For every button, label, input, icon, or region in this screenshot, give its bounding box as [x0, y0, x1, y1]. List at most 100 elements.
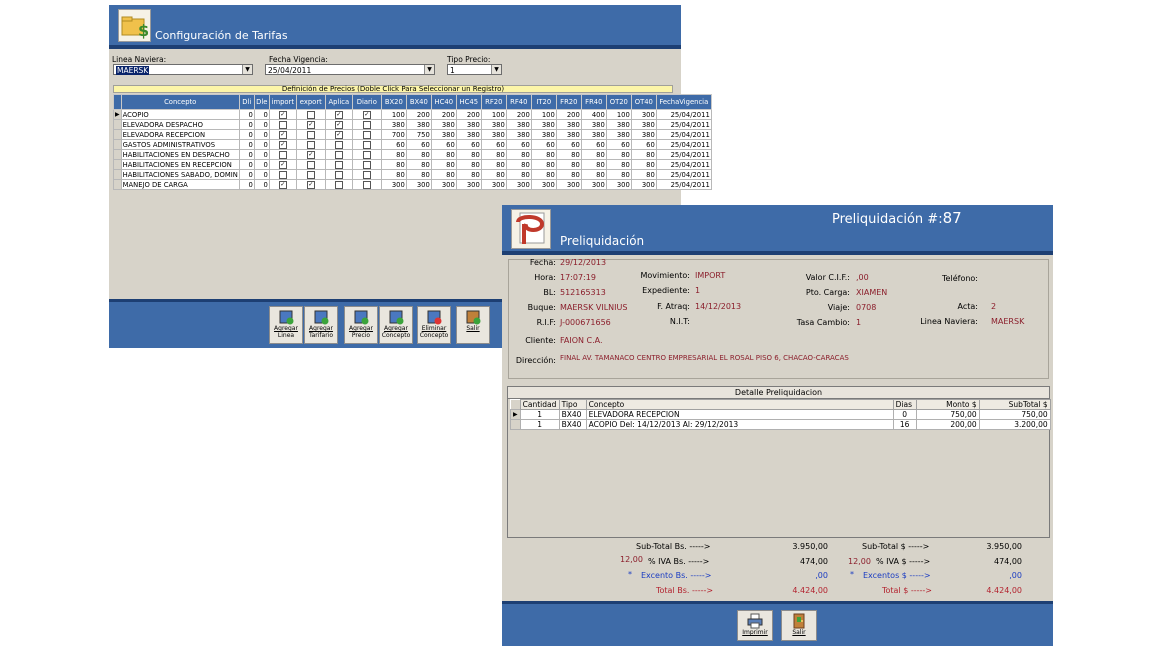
dli-cell[interactable]: 0 [238, 139, 255, 150]
dias-cell[interactable]: 16 [892, 419, 917, 430]
fr40-cell[interactable]: 400 [580, 109, 607, 120]
fecha-cell[interactable]: 25/04/2011 [655, 119, 712, 130]
diario-checkbox[interactable]: ✓ [351, 109, 382, 120]
bx20-cell[interactable]: 380 [380, 119, 407, 130]
dli-cell[interactable]: 0 [238, 119, 255, 130]
dle-cell[interactable]: 0 [253, 179, 270, 190]
bx20-cell[interactable]: 100 [380, 109, 407, 120]
tipo-cell[interactable]: BX40 [558, 419, 587, 430]
bx40-cell[interactable]: 60 [405, 139, 432, 150]
table-row[interactable]: ELEVADORA RECEPCION 0 0 ✓ ✓ 700 750 380 380 380 38… [113, 129, 712, 140]
dle-cell[interactable]: 0 [253, 149, 270, 160]
checkbox[interactable] [334, 140, 343, 149]
hc40-cell[interactable]: 380 [430, 119, 457, 130]
aplica-checkbox[interactable] [324, 139, 353, 150]
concepto-cell[interactable]: HABILITACIONES SABADO, DOMIN [120, 169, 240, 180]
row-indicator[interactable] [113, 149, 122, 160]
aplica-checkbox[interactable] [324, 179, 353, 190]
rf40-cell[interactable]: 200 [505, 109, 532, 120]
import-checkbox[interactable]: ✓ [268, 179, 297, 190]
checkbox[interactable]: ✓ [278, 130, 287, 139]
fr20-cell[interactable]: 380 [555, 119, 582, 130]
ot40-cell[interactable]: 60 [630, 139, 657, 150]
ot20-cell[interactable]: 300 [605, 179, 632, 190]
checkbox[interactable] [362, 140, 371, 149]
ot20-cell[interactable]: 100 [605, 109, 632, 120]
table-row[interactable]: MANEJO DE CARGA 0 0 ✓ ✓ 300 300 300 300 300 300 300… [113, 179, 712, 190]
row-indicator[interactable] [510, 419, 521, 430]
row-indicator[interactable] [113, 159, 122, 170]
checkbox[interactable] [278, 120, 287, 129]
checkbox[interactable] [334, 160, 343, 169]
bx20-cell[interactable]: 80 [380, 169, 407, 180]
checkbox[interactable] [278, 170, 287, 179]
ot20-cell[interactable]: 80 [605, 169, 632, 180]
column-header-tipo[interactable]: Tipo [558, 399, 587, 410]
column-header-dias[interactable]: Dias [892, 399, 917, 410]
checkbox[interactable] [306, 140, 315, 149]
checkbox[interactable]: ✓ [278, 140, 287, 149]
checkbox[interactable]: ✓ [278, 110, 287, 119]
column-header-fr40[interactable]: FR40 [580, 94, 607, 110]
concepto-cell[interactable]: HABILITACIONES EN DESPACHO [120, 149, 240, 160]
export-checkbox[interactable]: ✓ [295, 179, 326, 190]
fecha-cell[interactable]: 25/04/2011 [655, 149, 712, 160]
hc45-cell[interactable]: 380 [455, 119, 482, 130]
concepto-cell[interactable]: HABILITACIONES EN RECEPCION [120, 159, 240, 170]
checkbox[interactable]: ✓ [278, 160, 287, 169]
export-checkbox[interactable] [295, 129, 326, 140]
import-checkbox[interactable]: ✓ [268, 109, 297, 120]
column-header-hc40[interactable]: HC40 [430, 94, 457, 110]
import-checkbox[interactable] [268, 119, 297, 130]
dli-cell[interactable]: 0 [238, 129, 255, 140]
rf20-cell[interactable]: 80 [480, 169, 507, 180]
bx40-cell[interactable]: 380 [405, 119, 432, 130]
eliminar-concepto-button[interactable]: Eliminar Concepto [417, 306, 451, 344]
ot40-cell[interactable]: 300 [630, 109, 657, 120]
fecha-cell[interactable]: 25/04/2011 [655, 169, 712, 180]
diario-checkbox[interactable] [351, 149, 382, 160]
fr40-cell[interactable]: 300 [580, 179, 607, 190]
rf20-cell[interactable]: 300 [480, 179, 507, 190]
fr20-cell[interactable]: 200 [555, 109, 582, 120]
column-header-fechavigencia[interactable]: FechaVigencia [655, 94, 712, 110]
column-header-concepto[interactable]: Concepto [120, 94, 240, 110]
concepto-cell[interactable]: ELEVADORA DESPACHO [120, 119, 240, 130]
column-header-import[interactable]: import [268, 94, 297, 110]
checkbox[interactable] [306, 160, 315, 169]
column-header-cantidad[interactable]: Cantidad [519, 399, 560, 410]
checkbox[interactable]: ✓ [306, 180, 315, 189]
fr40-cell[interactable]: 80 [580, 159, 607, 170]
monto-cell[interactable]: 750,00 [915, 409, 980, 420]
checkbox[interactable]: ✓ [334, 110, 343, 119]
table-row[interactable]: HABILITACIONES EN RECEPCION 0 0 ✓ 80 80 80 80 80… [113, 159, 712, 170]
checkbox[interactable] [306, 110, 315, 119]
column-header-ot40[interactable]: OT40 [630, 94, 657, 110]
checkbox[interactable] [362, 130, 371, 139]
hc45-cell[interactable]: 60 [455, 139, 482, 150]
hc40-cell[interactable]: 80 [430, 149, 457, 160]
table-row[interactable]: HABILITACIONES SABADO, DOMIN 0 0 80 80 80 80 80… [113, 169, 712, 180]
linea-select[interactable]: MAERSK ▼ [113, 64, 253, 75]
dle-cell[interactable]: 0 [253, 159, 270, 170]
diario-checkbox[interactable] [351, 129, 382, 140]
bx40-cell[interactable]: 300 [405, 179, 432, 190]
imprimir-button[interactable]: Imprimir [737, 610, 773, 641]
hc45-cell[interactable]: 380 [455, 129, 482, 140]
table-row[interactable]: 1 BX40 ACOPIO Del: 14/12/2013 Al: 29/12/20… [510, 419, 1051, 430]
table-row[interactable]: ELEVADORA DESPACHO 0 0 ✓ ✓ 380 380 380 380 380 380… [113, 119, 712, 130]
export-checkbox[interactable]: ✓ [295, 119, 326, 130]
rf20-cell[interactable]: 100 [480, 109, 507, 120]
import-checkbox[interactable] [268, 149, 297, 160]
dle-cell[interactable]: 0 [253, 139, 270, 150]
dle-cell[interactable]: 0 [253, 119, 270, 130]
ot20-cell[interactable]: 380 [605, 119, 632, 130]
table-row[interactable]: HABILITACIONES EN DESPACHO 0 0 ✓ 80 80 80 80 80 8… [113, 149, 712, 160]
ot40-cell[interactable]: 80 [630, 169, 657, 180]
rf40-cell[interactable]: 60 [505, 139, 532, 150]
hc40-cell[interactable]: 200 [430, 109, 457, 120]
ot40-cell[interactable]: 300 [630, 179, 657, 190]
rf20-cell[interactable]: 380 [480, 129, 507, 140]
bx40-cell[interactable]: 80 [405, 149, 432, 160]
column-header-fr20[interactable]: FR20 [555, 94, 582, 110]
